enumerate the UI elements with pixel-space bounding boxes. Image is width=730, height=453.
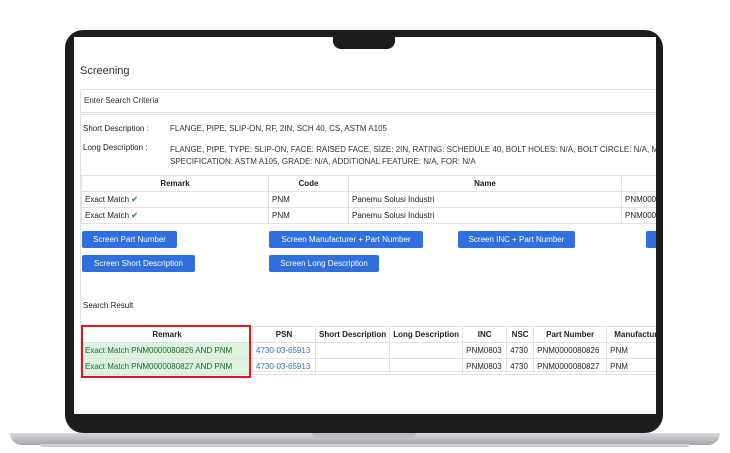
name-cell: Panemu Solusi Industri	[348, 207, 622, 224]
extra-cell: PNM0000	[621, 207, 656, 224]
col-extra	[621, 175, 656, 192]
long-description-label: Long Description :	[83, 143, 148, 152]
part-number-cell: PNM0000080826	[533, 342, 608, 359]
long-description-cell	[389, 358, 464, 375]
psn-link[interactable]: 4730-03-65913	[252, 342, 316, 359]
table-header-row: Remark Code Name	[81, 175, 656, 192]
laptop-base-groove	[312, 433, 416, 438]
short-description-value: FLANGE, PIPE, SLIP-ON, RF, 2IN, SCH 40, …	[170, 124, 387, 133]
name-cell: Panemu Solusi Industri	[348, 191, 622, 208]
code-cell: PNM	[268, 191, 349, 208]
col-nsc: NSC	[506, 326, 535, 343]
col-long-description: Long Description	[389, 326, 464, 343]
screen-short-description-button[interactable]: Screen Short Description	[82, 255, 195, 272]
check-icon: ✔	[131, 211, 138, 220]
manufacturer-cell: PNM	[606, 358, 656, 375]
short-description-cell	[314, 358, 391, 375]
table-row[interactable]: Exact Match ✔ PNM Panemu Solusi Industri…	[81, 191, 656, 208]
long-description-cell	[389, 342, 464, 359]
col-short-description: Short Description	[314, 326, 391, 343]
screen-part-number-button[interactable]: Screen Part Number	[82, 231, 177, 248]
criteria-header: Enter Search Criteria	[80, 89, 656, 113]
long-description-value-line2: SPECIFICATION: ASTM A105, GRADE: N/A, AD…	[170, 157, 476, 166]
table-row[interactable]: Exact Match ✔ PNM Panemu Solusi Industri…	[81, 207, 656, 224]
col-inc: INC	[462, 326, 508, 343]
inc-cell: PNM0803	[462, 342, 508, 359]
check-icon: ✔	[131, 195, 138, 204]
col-psn: PSN	[252, 326, 316, 343]
psn-link[interactable]: 4730-03-65913	[252, 358, 316, 375]
remark-cell: Exact Match ✔	[81, 191, 269, 208]
col-manufacturer: Manufacturer C	[606, 326, 656, 343]
long-description-value-line1: FLANGE, PIPE, TYPE: SLIP-ON, FACE: RAISE…	[170, 145, 656, 154]
col-name: Name	[348, 175, 622, 192]
laptop-base-foot	[40, 444, 690, 447]
col-remark: Remark	[81, 175, 269, 192]
screen-more-button[interactable]	[646, 231, 656, 248]
screen-manufacturer-part-button[interactable]: Screen Manufacturer + Part Number	[269, 231, 423, 248]
criteria-header-label: Enter Search Criteria	[84, 96, 159, 105]
highlight-box	[81, 325, 251, 378]
app-screen: Screening Enter Search Criteria Short De…	[74, 37, 656, 414]
code-cell: PNM	[268, 207, 349, 224]
nsc-cell: 4730	[506, 342, 535, 359]
criteria-table: Remark Code Name Exact Match ✔ PNM Panem…	[81, 175, 656, 224]
manufacturer-cell: PNM	[606, 342, 656, 359]
inc-cell: PNM0803	[462, 358, 508, 375]
short-description-label: Short Description :	[83, 124, 149, 133]
screen-inc-part-button[interactable]: Screen INC + Part Number	[458, 231, 575, 248]
remark-cell: Exact Match ✔	[81, 207, 269, 224]
col-part-number: Part Number	[533, 326, 608, 343]
page-title: Screening	[80, 65, 130, 77]
nsc-cell: 4730	[506, 358, 535, 375]
col-code: Code	[268, 175, 349, 192]
screen-long-description-button[interactable]: Screen Long Description	[269, 255, 379, 272]
short-description-cell	[314, 342, 391, 359]
camera-notch	[333, 37, 395, 49]
extra-cell: PNM0000	[621, 191, 656, 208]
search-result-header: Search Result	[83, 301, 134, 310]
part-number-cell: PNM0000080827	[533, 358, 608, 375]
